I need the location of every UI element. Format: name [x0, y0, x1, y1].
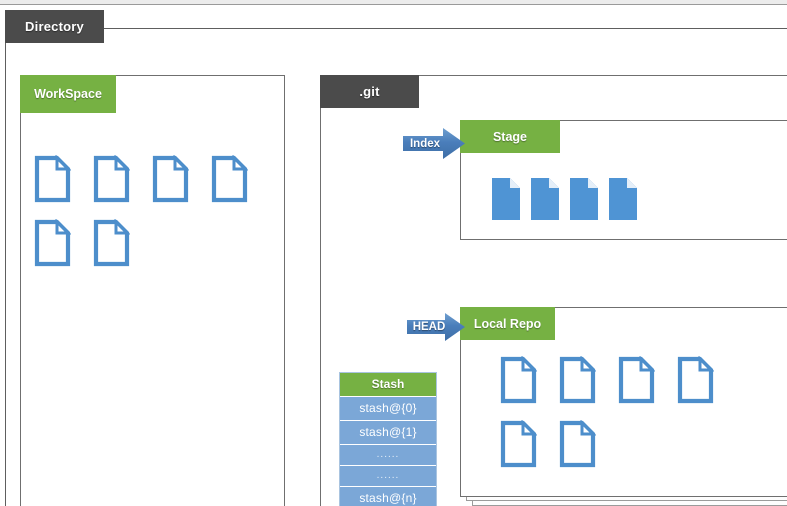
- stash-row[interactable]: stash@{n}: [340, 487, 436, 506]
- stash-table-header: Stash: [340, 373, 436, 397]
- window-top-strip: [0, 0, 787, 5]
- file-outline-icon: [93, 155, 130, 203]
- file-filled-icon: [531, 178, 559, 220]
- file-outline-icon: [618, 356, 655, 404]
- file-filled-icon: [570, 178, 598, 220]
- file-outline-icon: [93, 219, 130, 267]
- file-outline-icon: [211, 155, 248, 203]
- stash-row[interactable]: stash@{0}: [340, 397, 436, 421]
- git-tab[interactable]: .git: [320, 75, 419, 108]
- directory-tab[interactable]: Directory: [5, 10, 104, 43]
- file-filled-icon: [492, 178, 520, 220]
- stash-row[interactable]: stash@{1}: [340, 421, 436, 445]
- local-repo-file-list: [500, 356, 775, 484]
- workspace-file-row: [34, 155, 274, 203]
- file-outline-icon: [559, 356, 596, 404]
- index-arrow: Index: [403, 128, 465, 159]
- workspace-box: [20, 75, 285, 506]
- file-outline-icon: [500, 356, 537, 404]
- workspace-file-list: [34, 155, 274, 283]
- file-outline-icon: [677, 356, 714, 404]
- workspace-file-row: [34, 219, 274, 267]
- workspace-tab[interactable]: WorkSpace: [20, 75, 116, 113]
- stage-file-list: [492, 178, 637, 220]
- local-repo-file-row: [500, 356, 775, 404]
- file-outline-icon: [152, 155, 189, 203]
- stage-tab[interactable]: Stage: [460, 120, 560, 153]
- file-filled-icon: [609, 178, 637, 220]
- stash-table: Stash stash@{0} stash@{1} ...... ...... …: [339, 372, 437, 506]
- file-outline-icon: [34, 219, 71, 267]
- local-repo-file-row: [500, 420, 775, 468]
- stash-row: ......: [340, 466, 436, 487]
- stage-file-row: [492, 178, 637, 220]
- file-outline-icon: [500, 420, 537, 468]
- diagram-canvas: Directory WorkSpace .git Index Stage HEA…: [0, 0, 787, 506]
- file-outline-icon: [34, 155, 71, 203]
- stash-row: ......: [340, 445, 436, 466]
- file-outline-icon: [559, 420, 596, 468]
- head-arrow: HEAD: [407, 313, 465, 341]
- local-repo-tab[interactable]: Local Repo: [460, 307, 555, 340]
